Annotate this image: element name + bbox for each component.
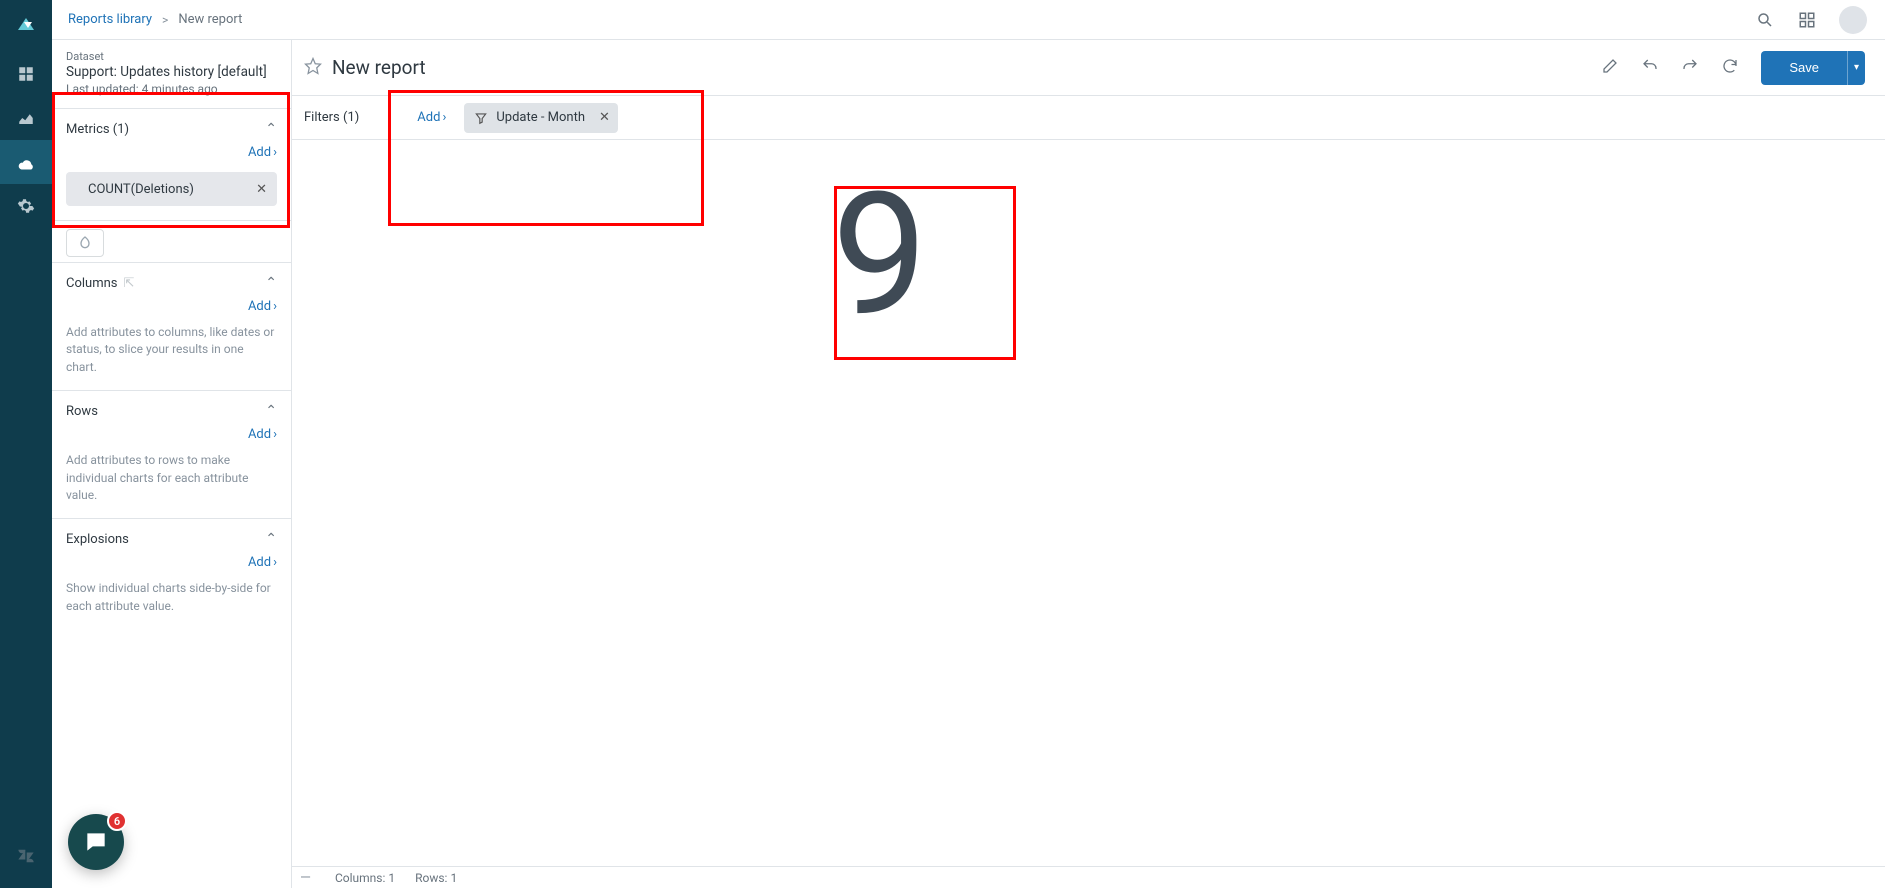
columns-collapse-icon[interactable]: ⌃ [265,275,277,291]
dataset-block[interactable]: Dataset Support: Updates history [defaul… [52,40,291,109]
redo-icon[interactable] [1681,57,1699,79]
breadcrumb-root-link[interactable]: Reports library [68,12,152,27]
save-button[interactable]: Save [1761,51,1847,85]
status-columns: Columns: 1 [335,871,395,885]
edit-icon[interactable] [1601,57,1619,79]
chat-icon [83,829,109,855]
save-dropdown-icon[interactable]: ▾ [1847,51,1865,85]
nav-rail [0,0,52,888]
explosions-add-button[interactable]: Add › [248,555,277,570]
breadcrumb-current: New report [178,12,242,27]
config-panel: Dataset Support: Updates history [defaul… [52,40,292,888]
dataset-label: Dataset [66,50,277,63]
explosions-collapse-icon[interactable]: ⌃ [265,531,277,547]
chat-widget[interactable]: 6 [68,814,124,870]
status-collapse-icon[interactable]: — [300,870,315,886]
nav-item-reports[interactable] [0,96,52,140]
chat-badge: 6 [107,811,127,831]
metric-chip-remove-icon[interactable]: ✕ [256,182,267,197]
report-header: New report Save ▾ [292,40,1885,96]
topbar: Reports library > New report [52,0,1885,40]
metrics-title: Metrics (1) [66,122,129,137]
filter-chip-remove-icon[interactable]: ✕ [593,110,610,125]
explosions-hint: Show individual charts side-by-side for … [66,580,277,615]
nav-item-dashboards[interactable] [0,52,52,96]
visualization-tab[interactable] [66,229,104,257]
user-avatar[interactable] [1839,6,1867,34]
nav-item-datasets[interactable] [0,140,52,184]
filters-add-button[interactable]: Add › [417,110,446,125]
filter-chip[interactable]: Update - Month ✕ [464,103,618,133]
nav-item-zendesk[interactable] [0,834,52,878]
columns-section: Columns ⇱ ⌃ Add › Add attributes to colu… [52,263,291,391]
filter-chip-label: Update - Month [496,110,585,125]
filters-label: Filters (1) [304,110,359,125]
result-value: 9 [832,170,928,340]
result-area: 9 [292,140,1885,866]
rows-add-button[interactable]: Add › [248,427,277,442]
metric-chip-label: COUNT(Deletions) [88,182,194,197]
rows-collapse-icon[interactable]: ⌃ [265,403,277,419]
nav-item-settings[interactable] [0,184,52,228]
apps-grid-icon[interactable] [1797,10,1817,30]
explosions-section: Explosions ⌃ Add › Show individual chart… [52,519,291,629]
rows-hint: Add attributes to rows to make individua… [66,452,277,504]
status-rows: Rows: 1 [415,871,457,885]
filters-bar: Filters (1) Add › Update - Month ✕ [292,96,1885,140]
rows-section: Rows ⌃ Add › Add attributes to rows to m… [52,391,291,519]
search-icon[interactable] [1755,10,1775,30]
undo-icon[interactable] [1641,57,1659,79]
dataset-updated: Last updated: 4 minutes ago [66,80,277,96]
status-bar: — Columns: 1 Rows: 1 [292,866,1885,888]
columns-hint: Add attributes to columns, like dates or… [66,324,277,376]
metrics-add-button[interactable]: Add › [248,145,277,160]
refresh-icon[interactable] [1721,57,1739,79]
favorite-star-icon[interactable] [304,57,322,79]
columns-title: Columns [66,276,118,291]
rows-title: Rows [66,404,98,419]
columns-external-icon: ⇱ [124,276,135,291]
report-title[interactable]: New report [332,56,426,79]
app-logo[interactable] [0,6,52,46]
dataset-name: Support: Updates history [default] [66,63,277,80]
breadcrumb-separator: > [162,13,168,27]
breadcrumb: Reports library > New report [68,12,242,27]
metrics-collapse-icon[interactable]: ⌃ [265,121,277,137]
metric-chip[interactable]: COUNT(Deletions) ✕ [66,172,277,206]
explosions-title: Explosions [66,532,129,547]
visualization-type-row [52,221,291,263]
metrics-section: Metrics (1) ⌃ Add › COUNT(Deletions) ✕ [52,109,291,221]
filter-icon [474,111,488,125]
columns-add-button[interactable]: Add › [248,299,277,314]
